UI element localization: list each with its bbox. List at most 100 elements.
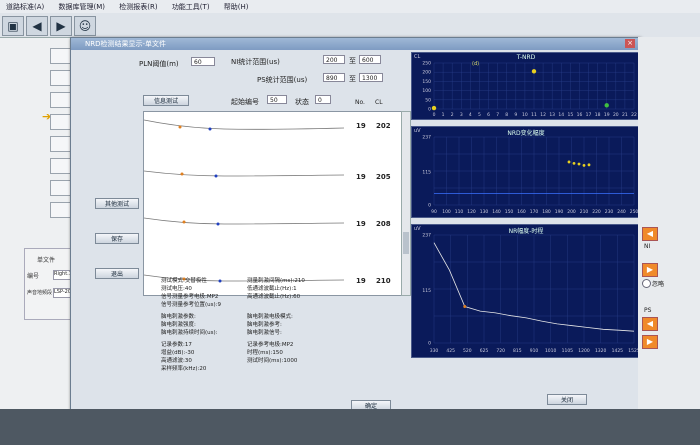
x-tick-label: 170	[530, 209, 539, 215]
y-tick-label: 50	[425, 97, 431, 103]
info-test-button[interactable]: 信息测试	[143, 95, 189, 106]
ignore-label: 忽略	[652, 281, 665, 288]
left-arrow-icon[interactable]: ◀	[642, 227, 658, 241]
x-tick-label: 1320	[595, 348, 607, 354]
pln-input[interactable]: 60	[191, 57, 215, 66]
param-line: 测试模式:交替极性	[161, 278, 207, 284]
x-tick-label: 8	[505, 112, 508, 118]
waveform-row[interactable]: 19 208	[144, 202, 402, 248]
right-arrow-icon[interactable]: ▶	[642, 335, 658, 349]
ps-range-label: PS统计范围(us)	[257, 76, 308, 84]
x-tick-label: 10	[522, 112, 528, 118]
x-tick-label: 425	[446, 348, 455, 354]
other-test-button[interactable]: 其他测试	[95, 198, 139, 209]
param-line: 脑电刺激参考:	[247, 322, 282, 328]
y-tick-label: 100	[422, 88, 431, 94]
parameter-summary: 测试模式:交替极性 测试电压:40 信号测量参考电极:MP2 信号测量参考位置(…	[151, 266, 413, 372]
ps-to-input[interactable]: 1300	[359, 73, 383, 82]
param-line: 高通滤波:30	[161, 358, 192, 364]
row-cl: 205	[376, 173, 391, 181]
right-arrow-icon[interactable]: ▶	[642, 263, 658, 277]
nr-amplitude-plot: 330 425 520 625 720 815 910 1010 1105 1200 1320 142…	[422, 233, 639, 355]
start-number-label: 起始编号	[231, 98, 259, 106]
ignore-radio[interactable]	[642, 279, 651, 288]
x-tick-label: 815	[513, 348, 522, 354]
waveform-trace	[144, 119, 345, 131]
x-tick-label: 110	[455, 209, 464, 215]
y-tick-label: 250	[422, 61, 431, 67]
x-tick-label: 15	[567, 112, 573, 118]
data-point	[431, 105, 437, 111]
window-icon[interactable]: ▣	[2, 16, 24, 36]
x-tick-label: 190	[555, 209, 564, 215]
status-input[interactable]: 0	[315, 95, 331, 104]
scroll-thumb[interactable]	[403, 232, 409, 254]
y-tick-label: 150	[422, 79, 431, 85]
param-line: 脑电刺激参数:	[161, 314, 196, 320]
row-no: 19	[356, 220, 366, 228]
param-line: 低通滤波截止(Hz):1	[247, 286, 297, 292]
row-cl: 202	[376, 122, 391, 130]
ni-to-input[interactable]: 600	[359, 55, 381, 64]
data-point	[463, 305, 467, 309]
param-line: 增益(dB):-30	[161, 350, 195, 356]
y-tick-label: 237	[422, 135, 431, 141]
x-tick-label: 910	[530, 348, 539, 354]
x-tick-label: 14	[558, 112, 564, 118]
exit-button[interactable]: 退出	[95, 268, 139, 279]
x-tick-label: 1200	[578, 348, 590, 354]
y-tick-label: 200	[422, 70, 431, 76]
param-line: 记录参考电极:MP2	[247, 342, 294, 348]
ps-from-input[interactable]: 890	[323, 73, 345, 82]
ni-label: NI	[644, 243, 651, 250]
menu-item[interactable]: 数据库管理(M)	[53, 0, 112, 14]
menu-item[interactable]: 帮助(H)	[218, 0, 255, 14]
x-tick-label: 13	[549, 112, 555, 118]
x-tick-label: 1	[442, 112, 445, 118]
x-tick-label: 1425	[612, 348, 624, 354]
x-tick-label: 1105	[562, 348, 574, 354]
x-tick-label: 3	[460, 112, 463, 118]
t-nrd-chart: T-NRD CL (d) 0 1 2 3 4 5 6 7 8 9 10 11 12 13 14 15 16 17 1…	[411, 52, 641, 120]
menu-item[interactable]: 检测报表(R)	[113, 0, 163, 14]
menu-item[interactable]: 功能工具(T)	[166, 0, 216, 14]
menu-item[interactable]: 道路标准(A)	[0, 0, 50, 14]
x-tick-label: 5	[478, 112, 481, 118]
y-tick-label: 0	[428, 341, 431, 347]
x-tick-label: 100	[442, 209, 451, 215]
x-tick-label: 9	[514, 112, 517, 118]
data-point	[572, 161, 576, 165]
save-button[interactable]: 保存	[95, 233, 139, 244]
forward-arrow-icon[interactable]: ▶	[50, 16, 72, 36]
start-number-input[interactable]: 50	[267, 95, 287, 104]
close-button[interactable]: 关闭	[547, 394, 587, 405]
param-line: 信号测量参考电极:MP2	[161, 294, 219, 300]
nrd-amplitude-plot: 90 100 110 120 130 140 150 160 170 180 190 200 210 22…	[422, 135, 638, 216]
row-no: 19	[356, 122, 366, 130]
right-panel: ◀ NI ▶ 忽略 PS ◀ ▶	[638, 37, 700, 409]
waveform-row[interactable]: 19 205	[144, 157, 402, 203]
left-arrow-icon[interactable]: ◀	[642, 317, 658, 331]
field-label: 声音地频段	[27, 290, 53, 296]
ni-to-label: 至	[349, 57, 356, 65]
waveform-trace	[144, 170, 345, 178]
status-label: 状态	[295, 98, 309, 106]
data-point	[577, 162, 581, 166]
ni-from-input[interactable]: 200	[323, 55, 345, 64]
x-tick-label: 6	[487, 112, 490, 118]
param-line: 脑电刺激信号:	[247, 330, 282, 336]
x-tick-label: 150	[505, 209, 514, 215]
close-icon[interactable]: ×	[625, 39, 635, 48]
x-tick-label: 180	[542, 209, 551, 215]
param-line: 脑电刺激电极模式:	[247, 314, 293, 320]
x-tick-label: 130	[480, 209, 489, 215]
x-tick-label: 90	[431, 209, 437, 215]
user-icon[interactable]: ☺	[74, 16, 96, 36]
param-line: 高通滤波截止(Hz):60	[247, 294, 301, 300]
waveform-row[interactable]: 19 202	[144, 112, 402, 158]
back-arrow-icon[interactable]: ◀	[26, 16, 48, 36]
x-tick-label: 19	[604, 112, 610, 118]
nrd-result-dialog: NRD检测结果显示-单文件 × PLN阈值(m) 60 NI统计范围(us) 2…	[70, 37, 641, 411]
x-tick-label: 230	[605, 209, 614, 215]
x-tick-label: 720	[496, 348, 505, 354]
